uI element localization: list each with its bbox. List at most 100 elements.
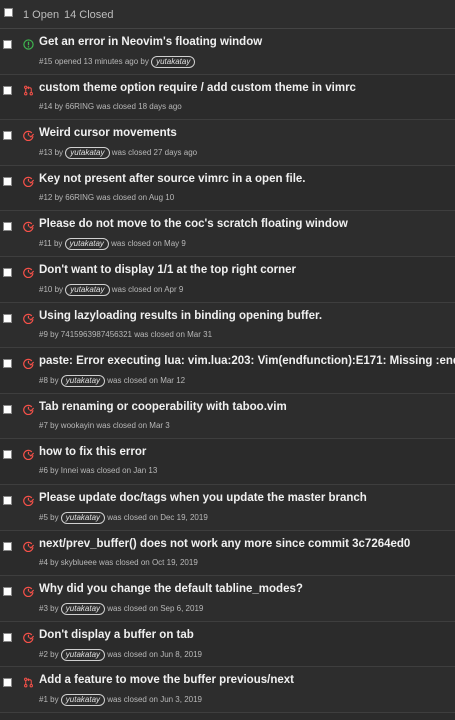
issue-row[interactable]: paste: Error executing lua: vim.lua:203:… — [0, 348, 455, 394]
issue-row[interactable]: next/prev_buffer() does not work any mor… — [0, 530, 455, 577]
issue-author-link[interactable]: yutakatay — [64, 238, 109, 251]
issue-closed-icon — [23, 265, 35, 279]
issue-meta: #10 by yutakatay was closed on Apr 9 — [39, 283, 184, 296]
issue-title-link[interactable]: Key not present after source vimrc in a … — [39, 173, 455, 185]
issue-meta-text: #1 by — [39, 695, 61, 705]
issue-meta-text: #6 by Innei was closed on Jan 13 — [39, 466, 158, 476]
issue-title-link[interactable]: custom theme option require / add custom… — [39, 82, 455, 94]
issue-author-link[interactable]: yutakatay — [60, 694, 106, 707]
issue-closed-icon — [23, 493, 35, 507]
issue-select-checkbox[interactable] — [3, 85, 12, 95]
issue-closed-icon — [23, 630, 35, 643]
issue-meta: #13 by yutakatay was closed 27 days ago — [39, 147, 198, 160]
issue-closed-icon — [23, 128, 35, 142]
issue-meta-suffix: was closed 27 days ago — [109, 148, 198, 158]
issue-title-link[interactable]: Please do not move to the coc's scratch … — [39, 218, 455, 230]
issue-closed-icon — [23, 174, 35, 187]
issue-select-checkbox[interactable] — [3, 222, 12, 232]
issue-select-checkbox[interactable] — [3, 359, 12, 369]
issue-row[interactable]: Using lazyloading results in binding ope… — [0, 302, 455, 349]
issue-meta-text: #2 by — [39, 649, 61, 659]
issue-meta-text: #14 by 66RING was closed 18 days ago — [39, 101, 182, 111]
issue-meta-text: #8 by — [39, 376, 61, 386]
issue-row[interactable]: Weird cursor movements #13 by yutakatay … — [0, 120, 455, 166]
issue-author-link[interactable]: yutakatay — [60, 375, 106, 388]
issue-meta-text: #3 by — [39, 604, 61, 614]
issue-select-checkbox[interactable] — [3, 678, 12, 688]
issue-title-link[interactable]: next/prev_buffer() does not work any mor… — [39, 538, 455, 550]
issue-title-link[interactable]: Tab renaming or cooperability with taboo… — [39, 401, 455, 413]
issue-meta-suffix: was closed on Jun 3, 2019 — [105, 695, 202, 705]
issue-title-link[interactable]: Why did you change the default tabline_m… — [39, 583, 455, 595]
issue-row[interactable]: Don't want to display 1/1 at the top rig… — [0, 256, 455, 303]
issue-closed-icon — [23, 311, 35, 324]
issue-list: Get an error in Neovim's floating window… — [0, 29, 455, 713]
issue-row[interactable]: Add a feature to move the buffer previou… — [0, 667, 455, 713]
issue-author-link[interactable]: yutakatay — [60, 648, 106, 661]
issue-select-checkbox[interactable] — [3, 587, 12, 597]
issue-select-checkbox[interactable] — [3, 404, 12, 414]
issue-open-icon — [23, 37, 34, 50]
issue-title-link[interactable]: Please update doc/tags when you update t… — [39, 492, 455, 504]
issue-meta: #2 by yutakatay was closed on Jun 8, 201… — [39, 648, 202, 661]
issue-meta-text: #11 by — [39, 239, 65, 249]
issue-select-checkbox[interactable] — [3, 495, 12, 505]
open-issues-filter[interactable]: 1 Open — [23, 9, 59, 21]
closed-issues-filter[interactable]: 14 Closed — [64, 9, 114, 21]
issue-select-checkbox[interactable] — [3, 632, 12, 642]
issue-meta-suffix: was closed on Jun 8, 2019 — [105, 649, 202, 659]
issue-meta-text: #15 opened 13 minutes ago by — [39, 57, 152, 66]
issue-row[interactable]: Why did you change the default tabline_m… — [0, 576, 455, 622]
issue-meta: #9 by 7415963987456321 was closed on Mar… — [39, 330, 212, 339]
issue-meta: #14 by 66RING was closed 18 days ago — [39, 102, 182, 111]
issue-row[interactable]: custom theme option require / add custom… — [0, 74, 455, 121]
issue-row[interactable]: Please do not move to the coc's scratch … — [0, 211, 455, 257]
issue-select-checkbox[interactable] — [3, 541, 12, 551]
select-all-checkbox[interactable] — [4, 8, 13, 17]
issue-row[interactable]: Key not present after source vimrc in a … — [0, 165, 455, 212]
pull-request-icon — [23, 83, 34, 95]
issue-meta-text: #9 by 7415963987456321 was closed on Mar… — [39, 329, 213, 339]
issue-meta: #5 by yutakatay was closed on Dec 19, 20… — [39, 511, 208, 524]
issue-title-link[interactable]: Add a feature to move the buffer previou… — [39, 674, 455, 686]
issue-meta: #3 by yutakatay was closed on Sep 6, 201… — [39, 603, 203, 616]
issue-select-checkbox[interactable] — [3, 40, 12, 49]
issue-meta-text: #12 by 66RING was closed on Aug 10 — [39, 192, 175, 202]
issue-closed-icon — [23, 402, 35, 415]
issue-select-checkbox[interactable] — [3, 131, 12, 141]
issue-row[interactable]: Don't display a buffer on tab #2 by yuta… — [0, 621, 455, 668]
issue-meta-suffix: was closed on Apr 9 — [109, 284, 184, 294]
issue-row[interactable]: Get an error in Neovim's floating window… — [0, 29, 455, 75]
issue-select-checkbox[interactable] — [3, 313, 12, 323]
issue-select-checkbox[interactable] — [3, 450, 12, 460]
issue-meta-text: #13 by — [39, 148, 66, 158]
issue-title-link[interactable]: Weird cursor movements — [39, 127, 455, 139]
issue-author-link[interactable]: yutakatay — [65, 147, 110, 160]
issue-closed-icon — [23, 539, 35, 552]
issue-meta-suffix: was closed on Mar 12 — [105, 376, 186, 386]
issue-select-checkbox[interactable] — [3, 267, 12, 277]
issue-row[interactable]: Please update doc/tags when you update t… — [0, 484, 455, 531]
issue-title-link[interactable]: Get an error in Neovim's floating window — [39, 36, 455, 48]
issue-closed-icon — [23, 584, 35, 598]
issue-author-link[interactable]: yutakatay — [65, 283, 110, 296]
issue-title-link[interactable]: paste: Error executing lua: vim.lua:203:… — [39, 355, 455, 367]
issue-select-checkbox[interactable] — [3, 176, 12, 186]
issue-meta: #15 opened 13 minutes ago by yutakatay — [39, 56, 196, 68]
issue-title-link[interactable]: how to fix this error — [39, 446, 455, 458]
issue-meta-suffix: was closed on Dec 19, 2019 — [105, 512, 208, 522]
issue-author-link[interactable]: yutakatay — [60, 603, 106, 616]
issue-meta-text: #10 by — [39, 284, 66, 294]
issue-author-link[interactable]: yutakatay — [60, 511, 106, 524]
issue-meta-suffix: was closed on May 9 — [108, 239, 186, 249]
issue-title-link[interactable]: Using lazyloading results in binding ope… — [39, 310, 455, 322]
issue-title-link[interactable]: Don't display a buffer on tab — [39, 629, 455, 641]
issue-meta: #4 by skyblueee was closed on Oct 19, 20… — [39, 558, 198, 567]
issue-closed-icon — [23, 219, 35, 233]
issue-meta: #6 by Innei was closed on Jan 13 — [39, 466, 157, 475]
issue-title-link[interactable]: Don't want to display 1/1 at the top rig… — [39, 264, 455, 276]
issue-meta-text: #5 by — [39, 512, 61, 522]
issue-author-link[interactable]: yutakatay — [151, 56, 196, 68]
issue-row[interactable]: Tab renaming or cooperability with taboo… — [0, 393, 455, 440]
issue-row[interactable]: how to fix this error #6 by Innei was cl… — [0, 439, 455, 485]
